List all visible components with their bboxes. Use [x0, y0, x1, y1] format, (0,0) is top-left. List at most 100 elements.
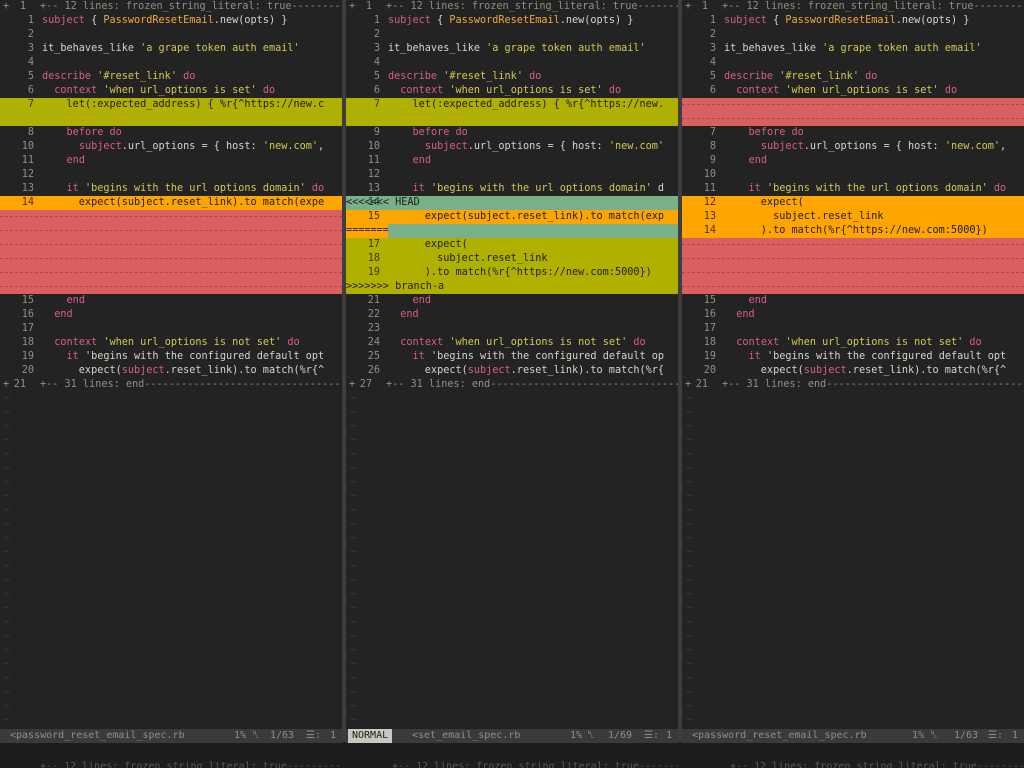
code-line[interactable] — [0, 112, 342, 126]
code-line[interactable] — [682, 266, 1024, 280]
code-line[interactable]: 14 expect(subject.reset_link).to match(e… — [0, 196, 342, 210]
code-line[interactable]: 13 it 'begins with the url options domai… — [346, 182, 678, 196]
code-line[interactable]: 19 it 'begins with the configured defaul… — [682, 350, 1024, 364]
code-line[interactable] — [0, 266, 342, 280]
code-line[interactable]: 5 describe '#reset_link' do — [346, 70, 678, 84]
line-number: 6 — [373, 85, 380, 96]
code-line[interactable]: 2 — [346, 28, 678, 42]
code-line[interactable]: 13 it 'begins with the url options domai… — [0, 182, 342, 196]
code-line[interactable]: 17 expect( — [346, 238, 678, 252]
code-line[interactable]: 18 subject.reset_link — [346, 252, 678, 266]
code-line[interactable]: 6 context 'when url_options is set' do — [0, 84, 342, 98]
code-line[interactable]: 15 expect(subject.reset_link).to match(e… — [346, 210, 678, 224]
code-line[interactable] — [0, 252, 342, 266]
code-line[interactable]: 10 subject.url_options = { host: 'new.co… — [0, 140, 342, 154]
code-line[interactable]: 15 end — [0, 294, 342, 308]
code-line[interactable]: 16 end — [0, 308, 342, 322]
code-line[interactable]: 24 context 'when url_options is not set'… — [346, 336, 678, 350]
code-line[interactable] — [682, 252, 1024, 266]
code-line[interactable]: 11 it 'begins with the url options domai… — [682, 182, 1024, 196]
mode-indicator: NORMAL — [348, 729, 393, 743]
code-line[interactable]: 23 — [346, 322, 678, 336]
code-line[interactable]: 4 — [0, 56, 342, 70]
code-line[interactable]: 21 end — [346, 294, 678, 308]
code-line[interactable]: 7 before do — [682, 126, 1024, 140]
code-line[interactable]: 12 — [346, 168, 678, 182]
code-line[interactable]: 3 it_behaves_like 'a grape token auth ema… — [0, 42, 342, 56]
code-line[interactable] — [0, 224, 342, 238]
code-line[interactable]: 1 subject { PasswordResetEmail.new(opts) … — [346, 14, 678, 28]
code-line[interactable] — [0, 210, 342, 224]
code-line[interactable]: 1 subject { PasswordResetEmail.new(opts) … — [0, 14, 342, 28]
code-line[interactable] — [0, 280, 342, 294]
fold-line[interactable]: +27 +-- 31 lines: end--------------------… — [346, 378, 678, 392]
right-diff-pane[interactable]: +1 +-- 12 lines: frozen_string_literal: t… — [682, 0, 1024, 728]
empty-buffer-line: ~ — [346, 420, 678, 434]
code-line[interactable]: 10 — [682, 168, 1024, 182]
code-line[interactable]: 3 it_behaves_like 'a grape token auth ema… — [346, 42, 678, 56]
code-line[interactable]: 9 end — [682, 154, 1024, 168]
code-line[interactable]: 8 before do — [0, 126, 342, 140]
code-line[interactable]: 4 — [682, 56, 1024, 70]
line-number: 5 — [373, 71, 380, 82]
fold-line[interactable]: +1 +-- 12 lines: frozen_string_literal: t… — [0, 0, 342, 14]
code-line[interactable]: 17 — [682, 322, 1024, 336]
line-number: 21 — [695, 379, 708, 390]
tilde-marker: ~ — [686, 687, 693, 698]
code-line[interactable]: 6 context 'when url_options is set' do — [682, 84, 1024, 98]
empty-buffer-line: ~ — [0, 476, 342, 490]
line-icon: ␤ — [252, 730, 260, 741]
code-line[interactable] — [346, 112, 678, 126]
code-line[interactable]: 2 — [682, 28, 1024, 42]
code-line[interactable]: 1 subject { PasswordResetEmail.new(opts) … — [682, 14, 1024, 28]
middle-diff-pane[interactable]: +1 +-- 12 lines: frozen_string_literal: t… — [346, 0, 678, 728]
code-line[interactable] — [682, 98, 1024, 112]
code-line[interactable]: 19 ).to match(%r{^https://new.com:5000}) — [346, 266, 678, 280]
code-line[interactable]: 7 let(:expected_address) { %r{^https://n… — [346, 98, 678, 112]
line-icon: ␤ — [930, 730, 938, 741]
code-line[interactable]: 20 expect(subject.reset_link).to match(%… — [682, 364, 1024, 378]
code-line[interactable]: 16 end — [682, 308, 1024, 322]
code-line[interactable]: 2 — [0, 28, 342, 42]
code-line[interactable]: 15 end — [682, 294, 1024, 308]
code-line[interactable]: 6 context 'when url_options is set' do — [346, 84, 678, 98]
code-line[interactable]: 8 subject.url_options = { host: 'new.com… — [682, 140, 1024, 154]
code-line[interactable]: 17 — [0, 322, 342, 336]
code-line[interactable]: 13 subject.reset_link — [682, 210, 1024, 224]
deleted-line-filler — [682, 258, 1024, 259]
code-line[interactable]: 22 end — [346, 308, 678, 322]
code-line[interactable]: 14 ).to match(%r{^https://new.com:5000}) — [682, 224, 1024, 238]
code-line[interactable]: 10 subject.url_options = { host: 'new.co… — [346, 140, 678, 154]
code-line[interactable]: 25 it 'begins with the configured defaul… — [346, 350, 678, 364]
code-line[interactable]: 18 context 'when url_options is not set'… — [682, 336, 1024, 350]
code-line[interactable]: 12 expect( — [682, 196, 1024, 210]
code-line[interactable]: 14 <<<<<<< HEAD — [346, 196, 678, 210]
code-line[interactable]: 7 let(:expected_address) { %r{^https://n… — [0, 98, 342, 112]
fold-line[interactable]: +1 +-- 12 lines: frozen_string_literal: t… — [682, 0, 1024, 14]
code-line[interactable] — [682, 112, 1024, 126]
empty-buffer-line: ~ — [682, 686, 1024, 700]
code-line[interactable]: 5 describe '#reset_link' do — [682, 70, 1024, 84]
code-line[interactable] — [682, 280, 1024, 294]
code-line[interactable]: 26 expect(subject.reset_link).to match(%… — [346, 364, 678, 378]
code-line[interactable]: 4 — [346, 56, 678, 70]
code-line[interactable]: 3 it_behaves_like 'a grape token auth ema… — [682, 42, 1024, 56]
code-line[interactable]: 12 — [0, 168, 342, 182]
code-line[interactable] — [682, 238, 1024, 252]
code-line[interactable]: 19 it 'begins with the configured defaul… — [0, 350, 342, 364]
code-line[interactable]: 9 before do — [346, 126, 678, 140]
fold-line[interactable]: +1 +-- 12 lines: frozen_string_literal: t… — [346, 0, 678, 14]
left-diff-pane[interactable]: +1 +-- 12 lines: frozen_string_literal: t… — [0, 0, 342, 728]
code-line[interactable]: 11 end — [346, 154, 678, 168]
code-line[interactable]: 11 end — [0, 154, 342, 168]
code-line[interactable]: 20>>>>>>> branch-a — [346, 280, 678, 294]
code-text: end — [736, 309, 755, 320]
code-line[interactable] — [0, 238, 342, 252]
fold-line[interactable]: +21 +-- 31 lines: end--------------------… — [0, 378, 342, 392]
code-line[interactable]: 20 expect(subject.reset_link).to match(%… — [0, 364, 342, 378]
code-line[interactable]: 18 context 'when url_options is not set'… — [0, 336, 342, 350]
code-line[interactable]: 16======= — [346, 224, 678, 238]
tilde-marker: ~ — [686, 603, 693, 614]
fold-line[interactable]: +21 +-- 31 lines: end--------------------… — [682, 378, 1024, 392]
code-line[interactable]: 5 describe '#reset_link' do — [0, 70, 342, 84]
